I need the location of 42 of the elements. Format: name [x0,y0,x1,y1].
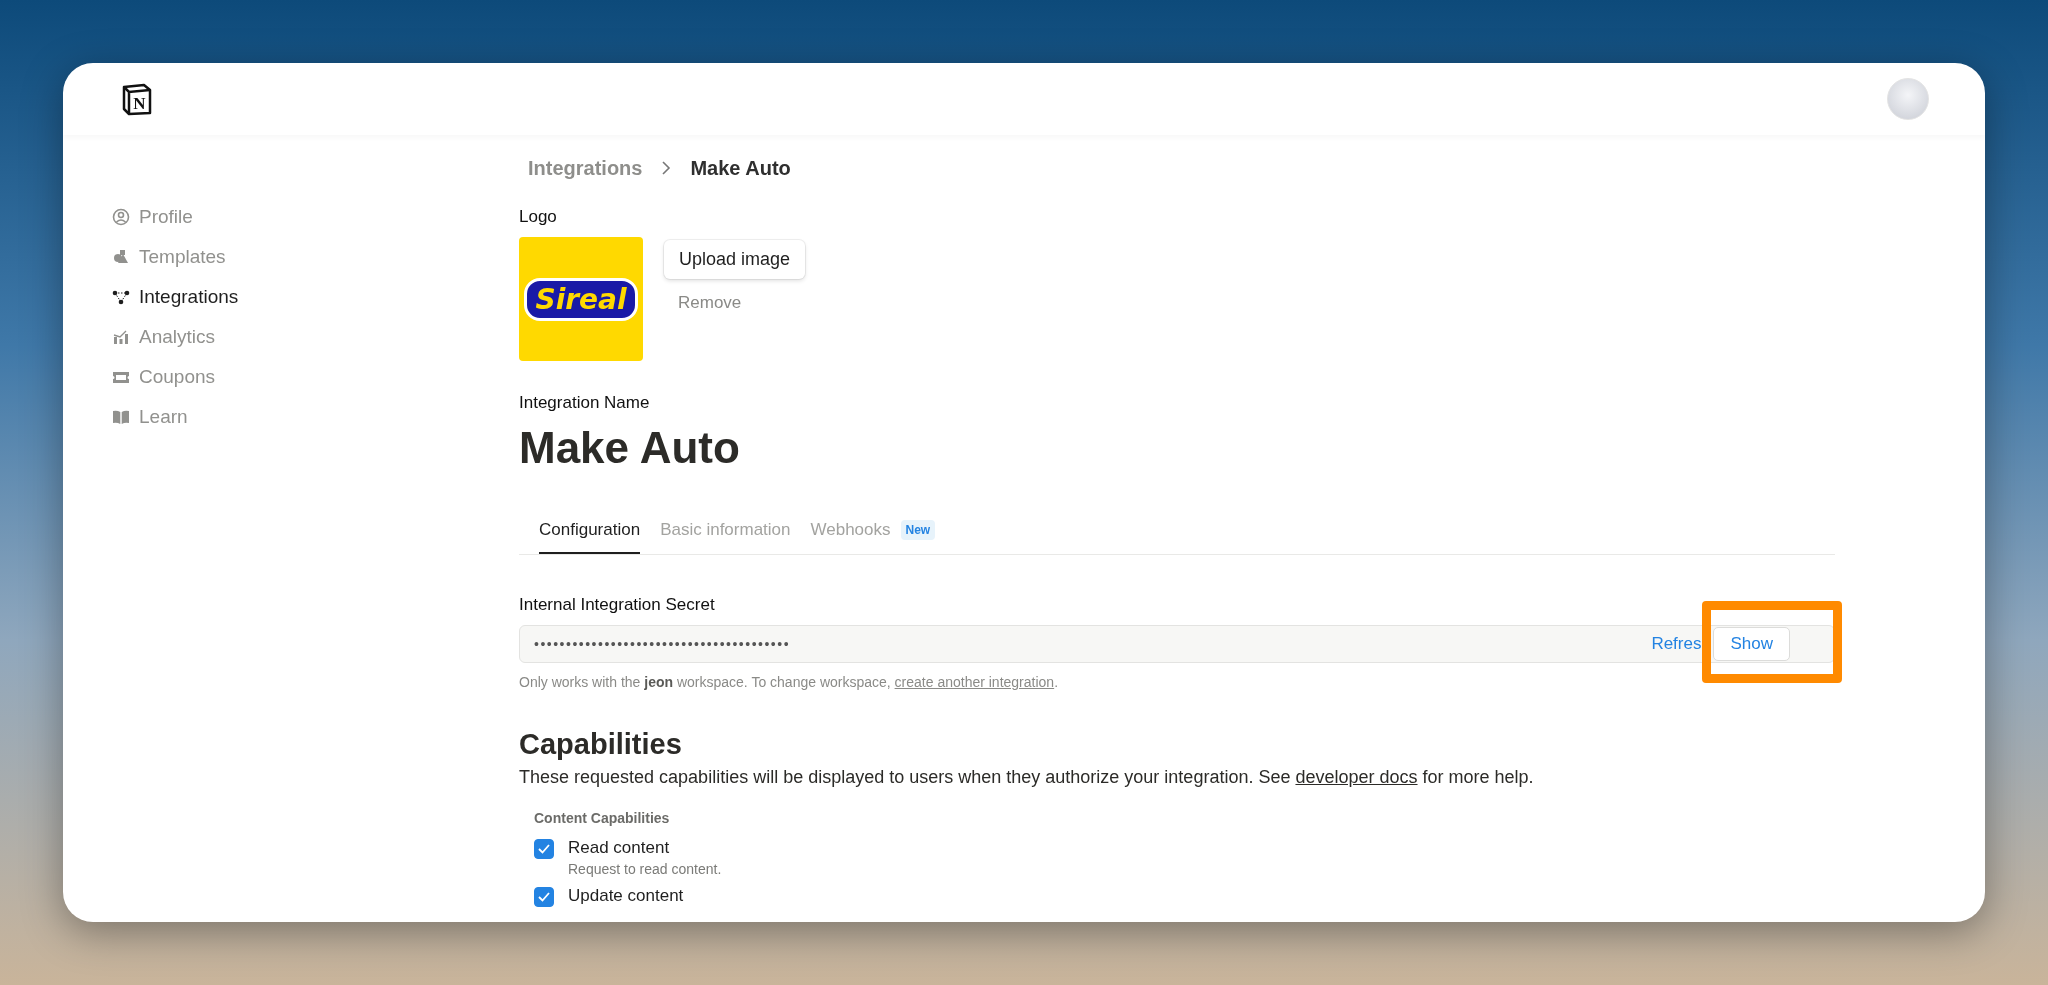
tab[interactable]: Basic information [660,503,791,554]
shapes-icon [112,248,130,266]
breadcrumb-link[interactable]: Integrations [528,156,643,180]
upload-image-button[interactable]: Upload image [664,240,806,279]
show-button[interactable]: Show [1713,627,1790,661]
sidebar-item[interactable]: Learn [112,403,519,431]
sidebar-item[interactable]: Profile [112,203,519,231]
checkmark-icon [538,892,550,902]
new-badge: New [900,520,936,540]
checkbox[interactable] [534,839,554,859]
helper-text: Only works with the jeon workspace. To change workspace, create another integration. [519,674,1060,690]
integration-name-label: Integration Name [519,393,651,413]
secret-field[interactable]: •••••••••••••••••••••••••••••••••••••••• Refres Show [519,625,1835,663]
tab[interactable]: Configuration [539,503,641,554]
breadcrumb-current: Make Auto [690,156,791,180]
checkbox[interactable] [534,887,554,907]
create-integration-link[interactable]: create another integration [894,674,1055,690]
sidebar-item[interactable]: Integrations [112,283,519,311]
bar-chart-icon [112,328,130,346]
checkmark-icon [538,844,550,854]
integration-name: Make Auto [519,423,741,473]
capability-label: Update content [568,886,684,906]
remove-button[interactable]: Remove [664,293,742,313]
section-description: These requested capabilities will be displayed to users when they authorize your integration. See developer docs for more help. [519,767,1535,788]
capability-description: Request to read content. [568,861,722,877]
sidebar-item[interactable]: Coupons [112,363,519,391]
logo-wordmark: Sireal [524,277,638,321]
connected-nodes-icon [112,288,130,306]
person-circle-icon [112,208,130,226]
secret-label: Internal Integration Secret [519,595,716,615]
group-label: Content Capabilities [534,810,671,826]
masked-secret: •••••••••••••••••••••••••••••••••••••••• [534,636,792,652]
logo-label: Logo [519,207,558,227]
section-heading: Capabilities [519,728,683,761]
sidebar-item[interactable]: Analytics [112,323,519,351]
developer-docs-link[interactable]: developer docs [1295,767,1418,787]
capability-label: Read content [568,838,671,858]
book-icon [112,408,130,426]
sidebar-item[interactable]: Templates [112,243,519,271]
refresh-button[interactable]: Refres [1651,634,1702,654]
chevron-right-icon [660,161,673,175]
tab[interactable]: Webhooks New [810,503,936,554]
